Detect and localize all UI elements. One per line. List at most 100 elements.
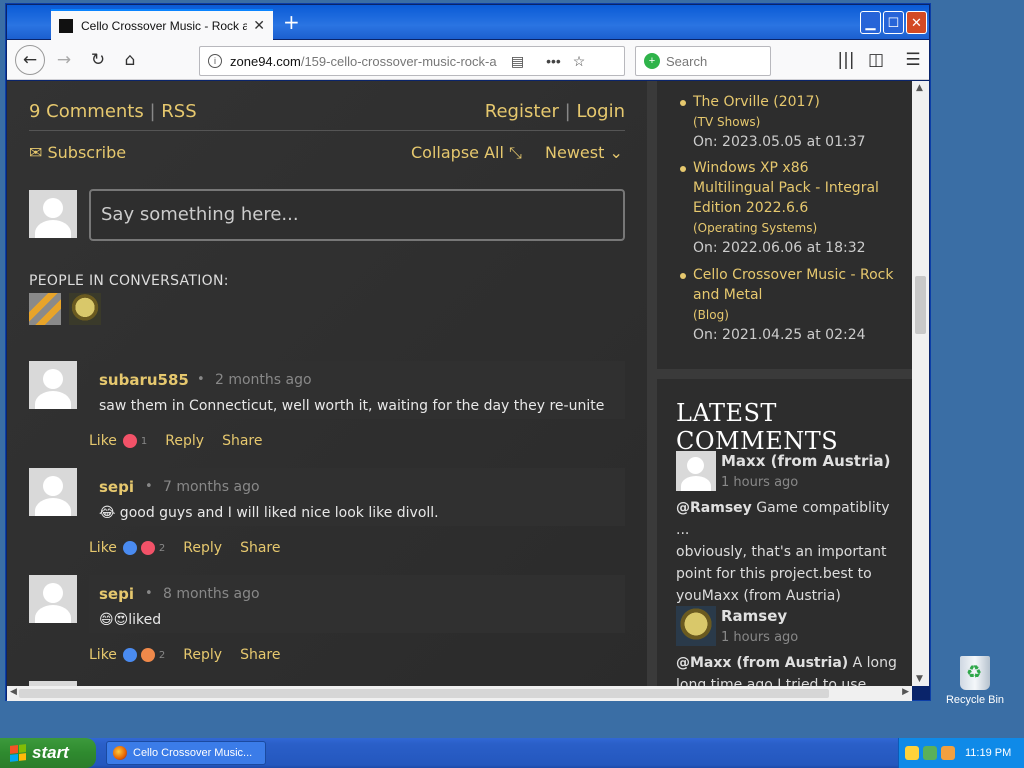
recycle-bin-label: Recycle Bin	[945, 694, 1005, 706]
participant-avatar[interactable]	[69, 293, 101, 325]
post-category[interactable]: (Operating Systems)	[693, 218, 879, 238]
tab-close-icon[interactable]: ✕	[253, 18, 265, 34]
mention[interactable]: @Maxx (from Austria)	[676, 655, 848, 671]
share-button[interactable]: Share	[222, 433, 262, 449]
participant-avatar[interactable]	[29, 293, 61, 325]
scroll-up-icon[interactable]: ▲	[916, 83, 923, 93]
comment-text: 😄😍liked	[99, 612, 162, 628]
latest-comment-time: 1 hours ago	[721, 475, 799, 490]
login-link[interactable]: Login	[576, 101, 625, 122]
chevron-down-icon: ⌄	[609, 143, 623, 162]
comments-header: 9 Comments | RSS Register | Login	[29, 99, 625, 131]
network-icon[interactable]	[923, 746, 937, 760]
latest-comment-author[interactable]: Maxx (from Austria)	[721, 452, 890, 470]
home-icon: ⌂	[124, 50, 136, 70]
post-title-line[interactable]: Edition 2022.6.6	[693, 198, 879, 218]
forward-button[interactable]: →	[51, 48, 77, 72]
vertical-scrollbar[interactable]: ▲ ▼	[912, 81, 929, 686]
comment-time[interactable]: 7 months ago	[163, 479, 260, 495]
comment-time[interactable]: 8 months ago	[163, 586, 260, 602]
reader-view-icon[interactable]: ▤	[511, 53, 524, 70]
search-tray-icon[interactable]	[941, 746, 955, 760]
bookmark-star-icon[interactable]: ☆	[573, 53, 586, 70]
horizontal-scrollbar[interactable]: ◀ ▶	[7, 686, 912, 701]
comment-author[interactable]: subaru585	[99, 371, 189, 389]
shield-icon[interactable]	[905, 746, 919, 760]
back-button[interactable]: ←	[15, 45, 45, 75]
scroll-thumb[interactable]	[19, 689, 829, 698]
like-button[interactable]: Like	[89, 647, 117, 663]
comment-actions: Like 2 Reply Share	[89, 540, 280, 556]
search-box[interactable]: + Search	[635, 46, 771, 76]
avatar	[29, 361, 77, 409]
avatar	[29, 575, 77, 623]
reply-button[interactable]: Reply	[183, 647, 222, 663]
info-icon[interactable]: i	[208, 54, 222, 68]
share-button[interactable]: Share	[240, 647, 280, 663]
rss-link[interactable]: RSS	[161, 101, 196, 122]
latest-comment-author[interactable]: Ramsey	[721, 607, 787, 625]
scroll-thumb[interactable]	[915, 276, 926, 334]
taskbar-firefox-button[interactable]: Cello Crossover Music...	[106, 741, 266, 765]
forward-arrow-icon: →	[56, 50, 72, 70]
sort-dropdown[interactable]: Newest ⌄	[545, 143, 623, 162]
register-link[interactable]: Register	[485, 101, 559, 122]
post-category[interactable]: (TV Shows)	[693, 112, 866, 132]
share-button[interactable]: Share	[240, 540, 280, 556]
comment-text: 😂 good guys and I will liked nice look l…	[99, 505, 439, 521]
reply-button[interactable]: Reply	[183, 540, 222, 556]
minimize-button[interactable]: ▁	[860, 11, 881, 34]
avatar	[29, 190, 77, 238]
reload-button[interactable]: ↻	[85, 48, 111, 72]
subscribe-button[interactable]: ✉ Subscribe	[29, 143, 126, 162]
scroll-left-icon[interactable]: ◀	[10, 687, 17, 697]
browser-tab[interactable]: Cello Crossover Music - Rock and M ✕	[51, 9, 273, 41]
post-title-line[interactable]: Cello Crossover Music - Rock	[693, 265, 893, 285]
post-title-line[interactable]: Windows XP x86	[693, 158, 879, 178]
maximize-button[interactable]: ☐	[883, 11, 904, 34]
scroll-down-icon[interactable]: ▼	[916, 674, 923, 684]
comment-actions: Like 1 Reply Share	[89, 433, 262, 449]
post-title-line[interactable]: Multilingual Pack - Integral	[693, 178, 879, 198]
post-category[interactable]: (Blog)	[693, 305, 893, 325]
like-button[interactable]: Like	[89, 540, 117, 556]
comment-time[interactable]: 2 months ago	[215, 372, 312, 388]
mention[interactable]: @Ramsey	[676, 500, 752, 516]
title-bar[interactable]: Cello Crossover Music - Rock and M ✕ + ▁…	[7, 5, 929, 41]
search-placeholder: Search	[666, 53, 708, 69]
recycle-bin-icon	[960, 656, 990, 690]
envelope-icon: ✉	[29, 143, 43, 162]
reply-button[interactable]: Reply	[165, 433, 204, 449]
collapse-all-button[interactable]: Collapse All ⤡	[411, 143, 522, 163]
sort-label: Newest	[545, 143, 605, 162]
comment-author[interactable]: sepi	[99, 478, 134, 496]
like-button[interactable]: Like	[89, 433, 117, 449]
start-button[interactable]: start	[0, 738, 96, 768]
comment-input[interactable]: Say something here...	[89, 189, 625, 241]
avatar	[676, 451, 716, 491]
avatar	[29, 468, 77, 516]
close-button[interactable]: ✕	[906, 11, 927, 34]
avatar	[676, 606, 716, 646]
menu-button[interactable]: ☰	[900, 48, 926, 72]
post-title-link[interactable]: The Orville (2017)	[693, 92, 866, 112]
hamburger-icon: ☰	[905, 50, 921, 70]
system-tray: 11:19 PM	[898, 738, 1024, 768]
new-tab-button[interactable]: +	[283, 12, 300, 32]
post-title-line[interactable]: and Metal	[693, 285, 893, 305]
sidebar-button[interactable]: ◫	[863, 48, 889, 72]
comment-text: saw them in Connecticut, well worth it, …	[99, 398, 605, 414]
scroll-right-icon[interactable]: ▶	[902, 687, 909, 697]
clock[interactable]: 11:19 PM	[965, 747, 1011, 759]
latest-comment-text[interactable]: @Maxx (from Austria) A long long time ag…	[676, 652, 898, 686]
comment-author[interactable]: sepi	[99, 585, 134, 603]
comment-excerpt: long time ago I tried to use	[676, 677, 867, 686]
comment-count[interactable]: 9 Comments	[29, 101, 144, 122]
thumbs-up-icon	[122, 648, 137, 662]
page-actions-icon[interactable]: •••	[546, 53, 561, 69]
home-button[interactable]: ⌂	[117, 48, 143, 72]
library-button[interactable]: |||	[833, 48, 859, 72]
latest-comment-text[interactable]: @Ramsey Game compatiblity ... obviously,…	[676, 497, 898, 607]
address-bar[interactable]: i zone94.com /159-cello-crossover-music-…	[199, 46, 625, 76]
recycle-bin[interactable]: Recycle Bin	[944, 656, 1006, 706]
